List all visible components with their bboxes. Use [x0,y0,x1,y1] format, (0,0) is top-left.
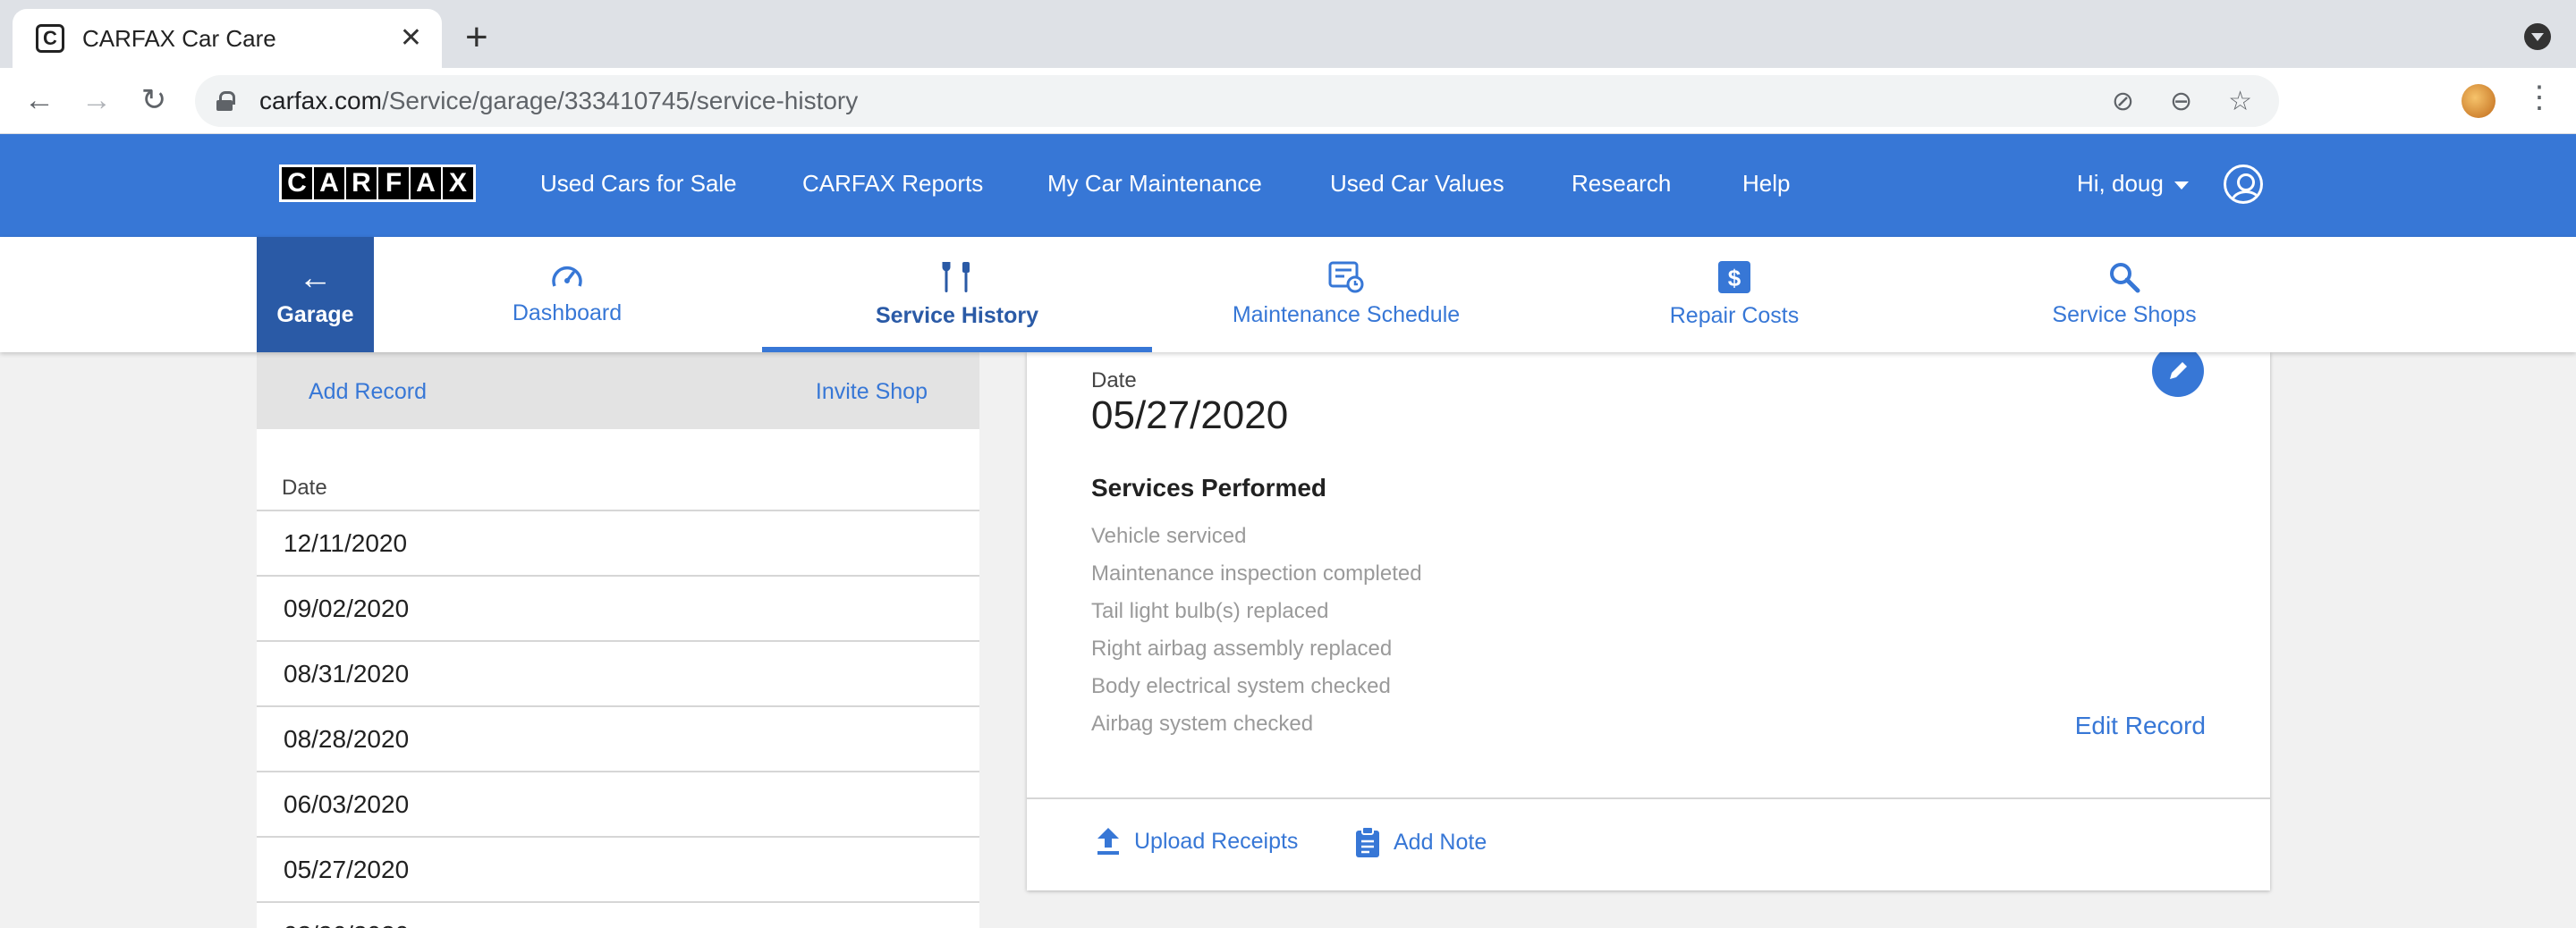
service-item: Airbag system checked [1091,712,1314,736]
list-item[interactable]: 03/26/2020 [257,903,979,928]
services-list: Vehicle serviced Maintenance inspection … [1091,524,1422,749]
logo-letter: C [282,167,312,199]
list-item[interactable]: 05/27/2020 [257,838,979,903]
logo-letter: A [411,167,441,199]
nav-used-car-values[interactable]: Used Car Values [1330,170,1504,198]
invite-shop-link[interactable]: Invite Shop [816,379,928,405]
zoom-icon[interactable]: ⊖ [2170,86,2192,117]
add-note-label: Add Note [1394,829,1487,855]
extension-icon[interactable] [2462,84,2496,118]
new-tab-icon[interactable]: + [465,18,488,57]
logo-letter: A [314,167,344,199]
tab-repair-costs[interactable]: $ Repair Costs [1644,237,1825,352]
reload-icon[interactable]: ↻ [134,80,174,120]
nav-research[interactable]: Research [1572,170,1671,198]
logo-letter: F [378,167,409,199]
tab-label: Service Shops [2052,302,2197,327]
caret-down-icon [2174,181,2189,190]
upload-icon [1097,828,1119,855]
svg-text:$: $ [1728,265,1741,291]
tab-service-history[interactable]: Service History [762,237,1152,352]
service-item: Vehicle serviced [1091,524,1247,548]
logo-letter: R [346,167,377,199]
add-record-link[interactable]: Add Record [309,379,427,405]
edit-record-link[interactable]: Edit Record [2075,712,2206,740]
list-item[interactable]: 09/02/2020 [257,577,979,642]
add-note-button[interactable]: Add Note [1354,826,1487,858]
arrow-left-icon: ← [298,259,333,297]
browser-toolbar: ← → ↻ carfax.com/Service/garage/33341074… [0,68,2576,134]
service-record-list-panel: Add Record Invite Shop Date 12/11/2020 0… [257,352,979,928]
nav-help[interactable]: Help [1742,170,1790,198]
services-performed-title: Services Performed [1091,474,1327,502]
date-column-header: Date [282,476,327,500]
card-divider [1027,797,2270,799]
record-date-value: 05/27/2020 [1091,393,1289,437]
list-item[interactable]: 12/11/2020 [257,511,979,577]
service-item: Right airbag assembly replaced [1091,637,1393,661]
dollar-icon: $ [1718,261,1750,293]
schedule-icon [1328,261,1364,293]
service-record-card: Date 05/27/2020 Services Performed Vehic… [1027,345,2270,890]
nav-carfax-reports[interactable]: CARFAX Reports [802,170,983,198]
list-actions-bar: Add Record Invite Shop [257,352,979,429]
pencil-icon [2170,362,2187,379]
upload-receipts-label: Upload Receipts [1134,828,1299,854]
logo-letter: X [443,167,473,199]
address-bar[interactable]: carfax.com/Service/garage/333410745/serv… [195,75,2279,127]
upload-receipts-button[interactable]: Upload Receipts [1095,826,1298,856]
tab-maintenance-schedule[interactable]: Maintenance Schedule [1216,237,1476,352]
nav-used-cars-for-sale[interactable]: Used Cars for Sale [540,170,737,198]
tab-title: CARFAX Car Care [82,24,276,52]
carfax-favicon-icon: C [36,24,64,53]
blocked-cookie-icon[interactable]: ⊘ [2112,86,2134,117]
tools-icon [942,262,970,292]
record-date-label: Date [1091,368,1137,392]
nav-my-car-maintenance[interactable]: My Car Maintenance [1047,170,1262,198]
tab-label: Dashboard [512,300,623,325]
close-tab-icon[interactable]: ✕ [400,25,422,52]
tab-label: Repair Costs [1669,303,1800,328]
garage-back-button[interactable]: ← Garage [257,237,374,352]
speedometer-icon [552,266,582,287]
tab-label: Service History [875,303,1039,328]
tab-label: Maintenance Schedule [1232,302,1461,327]
url-path: /Service/garage/333410745/service-histor… [381,87,859,114]
back-arrow-icon[interactable]: ← [20,80,59,120]
tab-dashboard[interactable]: Dashboard [487,237,648,352]
bookmark-star-icon[interactable]: ☆ [2228,86,2252,117]
list-item[interactable]: 06/03/2020 [257,772,979,838]
account-icon[interactable] [2224,165,2263,204]
user-menu[interactable]: Hi, doug [2077,170,2189,198]
tab-search-icon[interactable] [2524,23,2551,50]
service-item: Body electrical system checked [1091,674,1391,698]
service-item: Maintenance inspection completed [1091,561,1422,586]
clipboard-icon [1356,826,1379,857]
sub-navigation: ← Garage Dashboard Service History Maint… [0,237,2576,352]
browser-tab[interactable]: C CARFAX Car Care ✕ [13,9,442,68]
carfax-logo[interactable]: C A R F A X [279,165,476,202]
search-icon [2110,263,2140,293]
lock-icon [216,91,235,111]
garage-label: Garage [276,302,354,327]
tab-service-shops[interactable]: Service Shops [2039,237,2209,352]
browser-tabstrip: C CARFAX Car Care ✕ + [0,0,2576,68]
list-item[interactable]: 08/31/2020 [257,642,979,707]
service-item: Tail light bulb(s) replaced [1091,599,1329,623]
list-item[interactable]: 08/28/2020 [257,707,979,772]
browser-menu-icon[interactable]: ⋮ [2524,82,2555,113]
site-header: C A R F A X Used Cars for Sale CARFAX Re… [0,134,2576,237]
url-host: carfax.com [259,87,382,114]
edit-record-fab[interactable] [2152,345,2204,397]
user-greeting: Hi, doug [2077,170,2164,197]
service-date-list: 12/11/2020 09/02/2020 08/31/2020 08/28/2… [257,510,979,928]
forward-arrow-icon[interactable]: → [77,80,116,120]
active-tab-indicator [762,347,1152,352]
